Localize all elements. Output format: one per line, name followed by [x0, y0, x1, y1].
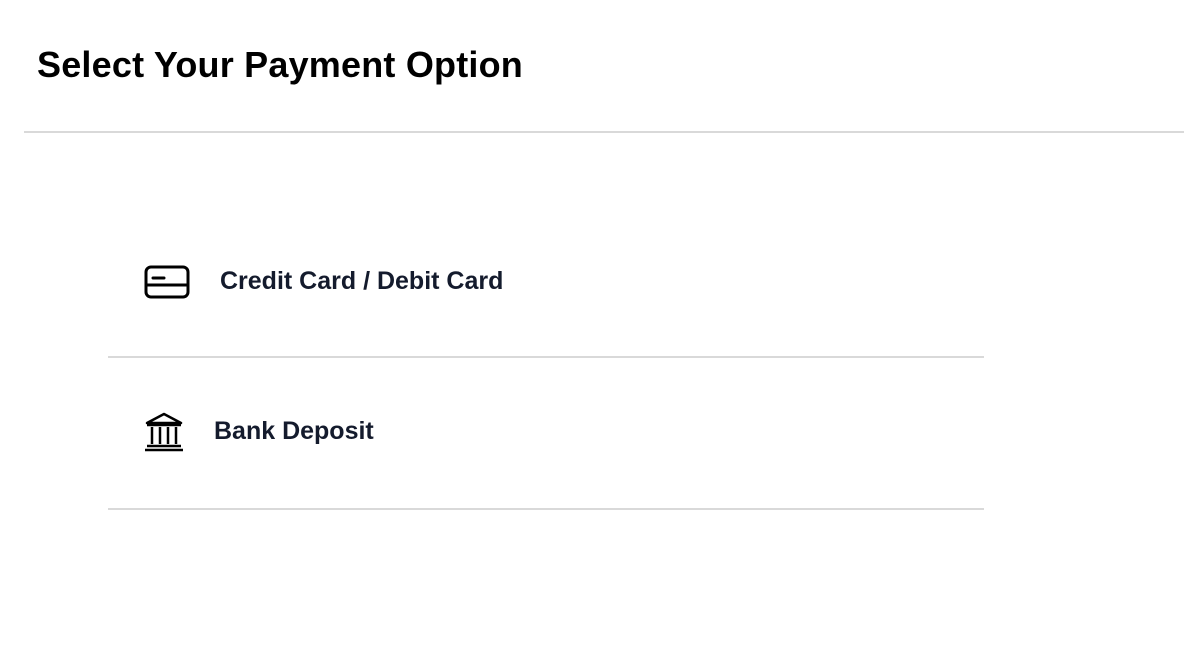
- credit-card-icon: [144, 265, 190, 299]
- payment-option-credit-card[interactable]: Credit Card / Debit Card: [108, 206, 984, 358]
- payment-options-list: Credit Card / Debit Card Bank Deposit: [108, 206, 984, 510]
- payment-option-bank-deposit[interactable]: Bank Deposit: [108, 358, 984, 510]
- header-divider: [24, 131, 1184, 133]
- page-title: Select Your Payment Option: [37, 44, 523, 85]
- payment-option-label: Bank Deposit: [214, 417, 374, 445]
- bank-icon: [145, 412, 183, 452]
- payment-option-label: Credit Card / Debit Card: [220, 267, 504, 295]
- payment-option-page: Select Your Payment Option Credit Card /…: [0, 0, 1184, 666]
